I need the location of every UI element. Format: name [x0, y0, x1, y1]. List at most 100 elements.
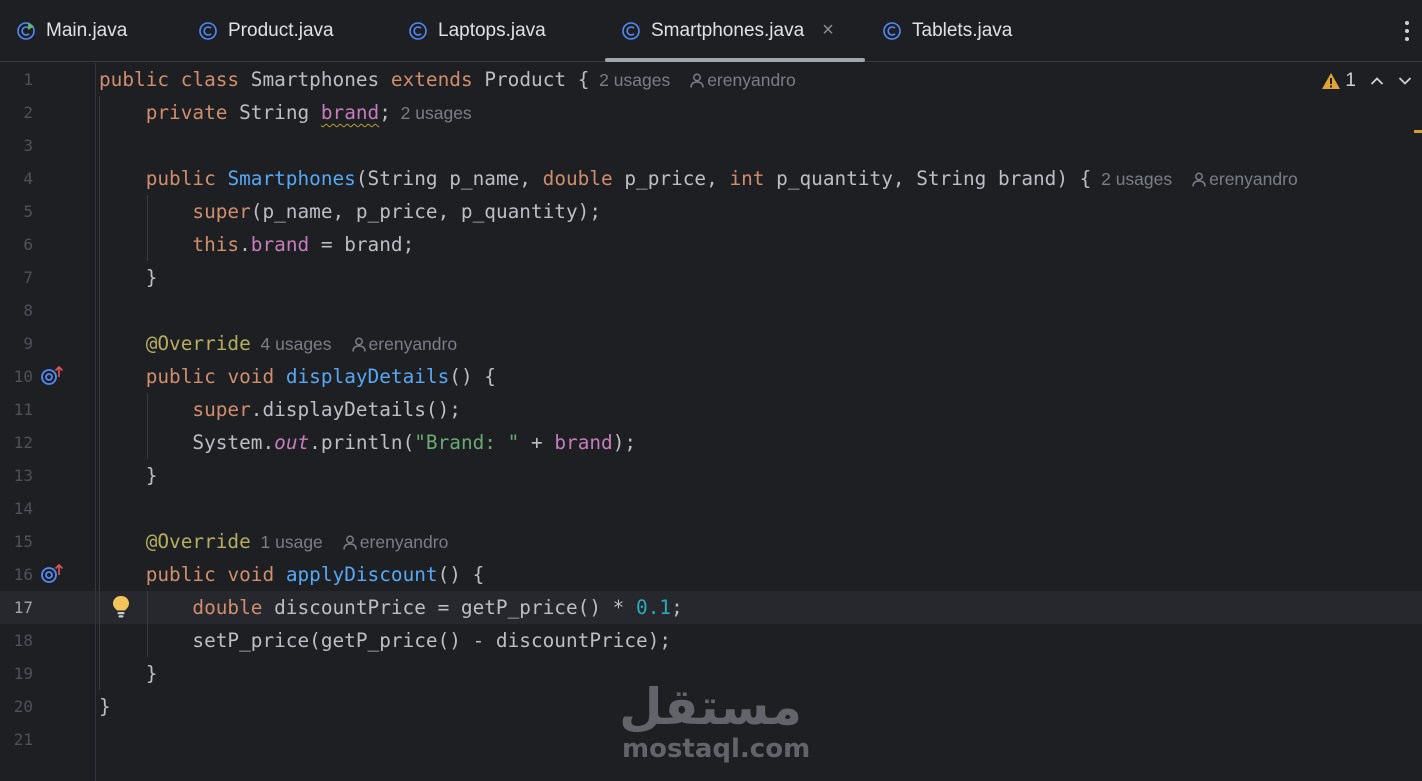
keyword: class: [180, 68, 240, 91]
code-text: discountPrice = getP_price() *: [262, 596, 637, 619]
java-class-icon: [883, 21, 901, 40]
brace: }: [145, 464, 158, 487]
usages-hint[interactable]: 4 usages: [261, 334, 332, 354]
keyword: public: [145, 563, 216, 586]
line-number: 1: [23, 70, 33, 89]
line-number: 18: [13, 631, 33, 650]
code-text: ;: [671, 596, 683, 619]
constructor-name: Smartphones: [227, 167, 356, 190]
line-number: 10: [13, 367, 33, 386]
line-number: 11: [13, 400, 33, 419]
keyword: super: [192, 200, 251, 223]
tab-laptops-java[interactable]: Laptops.java: [392, 0, 602, 61]
line-number: 13: [13, 466, 33, 485]
author-user-icon: [690, 73, 704, 88]
watermark-arabic: مستقل: [619, 678, 802, 736]
line-number-current: 17: [13, 598, 33, 617]
code-line-11[interactable]: super.displayDetails();: [99, 393, 461, 426]
keyword: public: [99, 68, 170, 91]
code-line-16[interactable]: public void applyDiscount() {: [99, 558, 485, 591]
code-text: p_quantity, String brand) {: [764, 167, 1092, 190]
author-user-icon: [351, 337, 366, 352]
code-line-19[interactable]: }: [99, 657, 158, 690]
code-line-5[interactable]: super(p_name, p_price, p_quantity);: [99, 195, 601, 228]
code-line-18[interactable]: setP_price(getP_price() - discountPrice)…: [99, 624, 671, 657]
code-line-1[interactable]: public class Smartphones extends Product…: [99, 63, 796, 97]
more-tabs-menu-icon[interactable]: [1400, 16, 1414, 46]
tab-label: Main.java: [46, 19, 128, 41]
class-name: Smartphones: [250, 68, 380, 91]
usages-hint[interactable]: 2 usages: [401, 103, 472, 123]
keyword: this: [192, 233, 240, 256]
code-line-2[interactable]: private String brand; 2 usages: [99, 96, 472, 130]
code-line-15[interactable]: @Override 1 usage erenyandro: [99, 525, 449, 559]
close-tab-icon[interactable]: ×: [822, 19, 834, 42]
line-number: 8: [23, 301, 33, 320]
mostaql-watermark: مستقل mostaql.com: [619, 678, 811, 764]
usages-hint[interactable]: 2 usages: [599, 70, 670, 90]
brace: }: [99, 695, 111, 718]
watermark-latin: mostaql.com: [622, 734, 811, 764]
line-number: 7: [23, 268, 33, 287]
keyword: private: [145, 101, 228, 124]
author-hint[interactable]: erenyandro: [360, 532, 449, 552]
tab-label: Product.java: [228, 19, 334, 41]
tab-label: Smartphones.java: [651, 19, 805, 41]
scrollbar-warning-marker[interactable]: [1414, 130, 1422, 133]
java-class-icon: [199, 21, 217, 40]
line-number: 15: [13, 532, 33, 551]
code-line-7[interactable]: }: [99, 261, 158, 294]
overrides-method-icon[interactable]: [40, 563, 64, 585]
code-text: );: [612, 431, 637, 454]
brace: }: [145, 266, 158, 289]
editor-tab-bar: Main.java Product.java Laptops.java Smar…: [0, 0, 1422, 62]
warning-count: 1: [1345, 70, 1356, 91]
code-text: (String p_name,: [355, 167, 543, 190]
chevron-up-icon[interactable]: [1370, 76, 1384, 86]
code-text: p_price,: [612, 167, 730, 190]
code-line-13[interactable]: }: [99, 459, 158, 492]
line-number: 20: [13, 697, 33, 716]
method-name: displayDetails: [285, 365, 450, 388]
inspections-widget[interactable]: 1: [1321, 68, 1412, 94]
code-line-9[interactable]: @Override 4 usages erenyandro: [99, 327, 457, 361]
line-number: 16: [13, 565, 33, 584]
code-text: .println(: [309, 431, 415, 454]
usages-hint[interactable]: 1 usage: [261, 532, 323, 552]
semicolon: ;: [379, 101, 391, 124]
java-main-class-icon: [17, 21, 35, 40]
tab-label: Tablets.java: [912, 19, 1013, 41]
method-name: applyDiscount: [285, 563, 438, 586]
keyword: void: [227, 365, 275, 388]
code-line-4[interactable]: public Smartphones(String p_name, double…: [99, 162, 1298, 196]
tab-product-java[interactable]: Product.java: [182, 0, 392, 61]
code-line-12[interactable]: System.out.println("Brand: " + brand);: [99, 426, 636, 459]
line-number: 4: [23, 169, 33, 188]
author-hint[interactable]: erenyandro: [707, 70, 796, 90]
tab-main-java[interactable]: Main.java: [0, 0, 180, 61]
author-hint[interactable]: erenyandro: [1209, 169, 1298, 189]
annotation: @Override: [145, 530, 251, 553]
tab-tablets-java[interactable]: Tablets.java: [866, 0, 1066, 61]
author-hint[interactable]: erenyandro: [369, 334, 458, 354]
overrides-method-icon[interactable]: [40, 365, 64, 387]
code-text: (p_name, p_price, p_quantity);: [250, 200, 602, 223]
code-line-10[interactable]: public void displayDetails() {: [99, 360, 496, 393]
usages-hint[interactable]: 2 usages: [1101, 169, 1172, 189]
code-line-6[interactable]: this.brand = brand;: [99, 228, 414, 261]
tab-smartphones-java[interactable]: Smartphones.java ×: [605, 0, 865, 62]
code-line-20[interactable]: }: [99, 690, 111, 723]
author-user-icon: [343, 535, 357, 550]
keyword: public: [145, 167, 216, 190]
code-text: .: [239, 233, 251, 256]
keyword: double: [542, 167, 613, 190]
line-number: 5: [23, 202, 33, 221]
line-number: 19: [13, 664, 33, 683]
author-user-icon: [1192, 172, 1206, 187]
keyword: super: [192, 398, 251, 421]
chevron-down-icon[interactable]: [1398, 76, 1412, 86]
code-line-17[interactable]: double discountPrice = getP_price() * 0.…: [99, 591, 683, 624]
code-text: .displayDetails();: [250, 398, 461, 421]
line-number: 6: [23, 235, 33, 254]
class-name: Product: [484, 68, 567, 91]
